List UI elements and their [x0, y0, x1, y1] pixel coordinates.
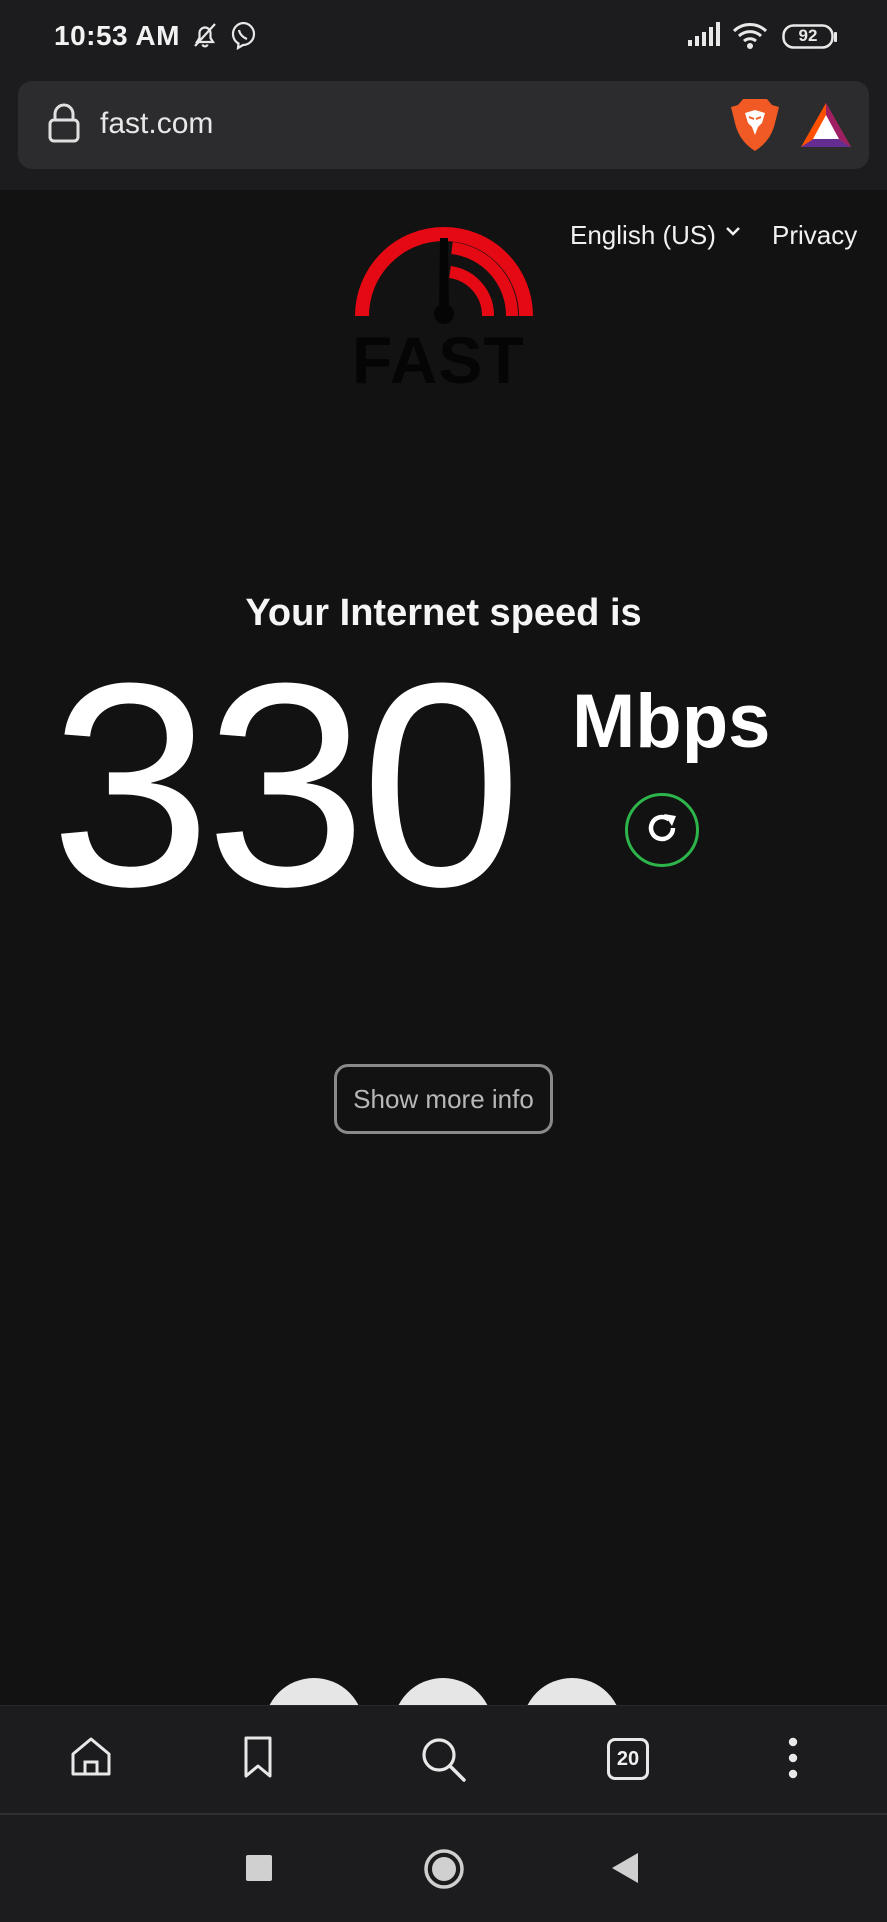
- show-more-info-button[interactable]: Show more info: [334, 1064, 553, 1134]
- fast-logo-icon[interactable]: [350, 220, 538, 335]
- fast-logo-text: FAST: [352, 323, 525, 397]
- wifi-icon: [732, 20, 768, 55]
- tabs-icon[interactable]: 20: [607, 1738, 649, 1780]
- language-selector[interactable]: English (US): [570, 220, 716, 251]
- refresh-icon: [642, 808, 682, 853]
- bell-off-icon: [190, 20, 220, 55]
- home-icon[interactable]: [68, 1734, 114, 1785]
- system-navigation-bar: [0, 1813, 887, 1922]
- brave-shields-icon[interactable]: [729, 97, 781, 158]
- page-content: English (US) Privacy FAST Your Internet …: [0, 190, 887, 1778]
- more-menu-icon[interactable]: [785, 1734, 801, 1787]
- url-text[interactable]: fast.com: [100, 107, 213, 141]
- chevron-down-icon[interactable]: [724, 224, 742, 243]
- browser-top-bar: fast.com: [0, 78, 887, 190]
- status-time: 10:53 AM: [54, 20, 180, 51]
- speed-value: 330: [50, 623, 522, 947]
- refresh-button[interactable]: [625, 793, 699, 867]
- browser-toolbar: 20: [0, 1705, 887, 1814]
- battery-icon: 92: [782, 24, 838, 55]
- status-bar: 10:53 AM 92: [0, 0, 887, 78]
- back-icon[interactable]: [610, 1851, 640, 1890]
- viber-icon: [228, 20, 258, 55]
- privacy-link[interactable]: Privacy: [772, 220, 857, 251]
- home-nav-icon[interactable]: [423, 1848, 465, 1895]
- speed-unit: Mbps: [572, 679, 771, 764]
- lock-icon[interactable]: [46, 101, 82, 150]
- brave-rewards-icon[interactable]: [799, 101, 853, 154]
- signal-icon: [686, 20, 722, 55]
- address-bar[interactable]: fast.com: [18, 81, 869, 169]
- search-icon[interactable]: [418, 1734, 468, 1789]
- recents-icon[interactable]: [245, 1854, 273, 1887]
- bookmark-icon[interactable]: [240, 1734, 276, 1785]
- battery-level: 92: [798, 26, 818, 45]
